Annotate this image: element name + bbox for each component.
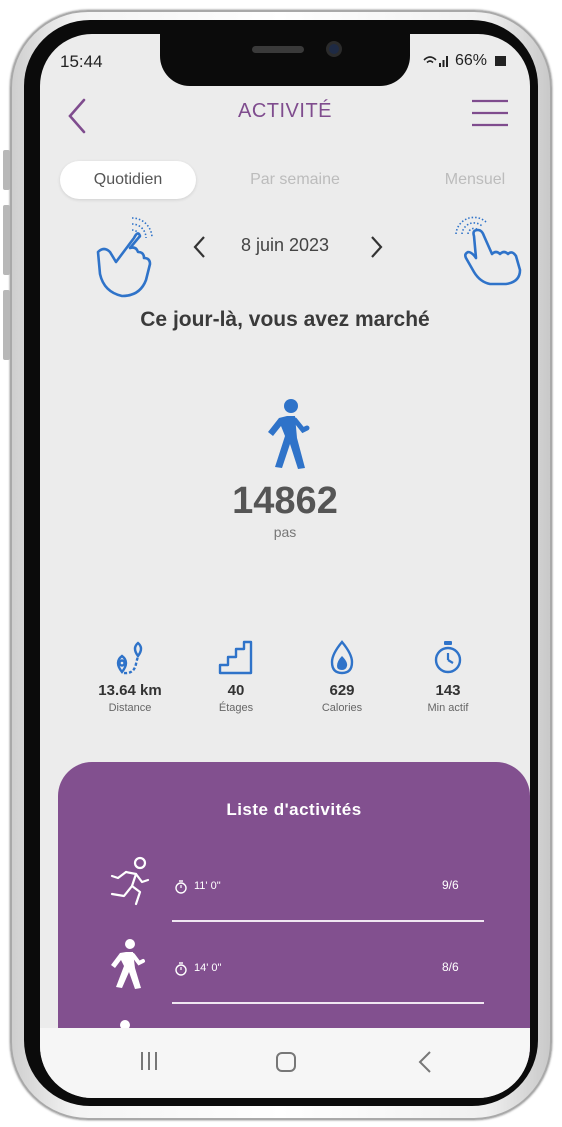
stopwatch-icon: [175, 880, 187, 894]
recent-apps-icon[interactable]: [138, 1050, 160, 1072]
activity-date: 8/6: [442, 960, 459, 974]
steps-count: 14862: [232, 480, 338, 522]
stat-value: 40: [227, 682, 245, 699]
side-button: [3, 150, 10, 190]
app-header: ACTIVITÉ: [40, 96, 530, 146]
system-back-icon[interactable]: [418, 1050, 432, 1074]
stat-label: Calories: [321, 702, 363, 714]
side-button: [3, 205, 10, 275]
wifi-signal-icon: [423, 56, 448, 67]
row-divider: [172, 1002, 484, 1004]
side-button: [3, 290, 10, 360]
stat-value: 629: [329, 682, 355, 699]
activity-row[interactable]: 11' 0" 9/6: [106, 856, 486, 926]
battery-percent: 66%: [454, 52, 487, 69]
battery-icon: [495, 56, 506, 66]
stat-active-minutes: 143 Min actif: [398, 640, 498, 714]
tap-hint-hand-icon: [455, 216, 522, 286]
stat-label: Distance: [108, 702, 152, 714]
status-icons: 66%: [423, 52, 506, 70]
activity-row[interactable]: 14' 0" 8/6: [106, 938, 486, 1008]
activity-list-panel: Liste d'activités 11' 0" 9/6 14' 0" 8/6: [58, 762, 530, 1062]
activity-list-title: Liste d'activités: [226, 800, 362, 819]
camera-notch: [160, 34, 410, 86]
activity-date: 9/6: [442, 878, 459, 892]
stat-value: 13.64 km: [98, 682, 162, 699]
period-tabs: Quotidien Par semaine Mensuel: [60, 161, 512, 201]
steps-unit: pas: [273, 524, 297, 540]
summary-heading: Ce jour-là, vous avez marché: [140, 308, 430, 331]
stat-floors: 40 Étages: [186, 640, 286, 714]
row-divider: [172, 920, 484, 922]
tab-weekly[interactable]: Par semaine: [230, 161, 360, 199]
front-camera: [326, 41, 342, 57]
walking-icon: [111, 939, 145, 989]
app-screen: 15:44 66% ACTIVITÉ Quotidien Par semaine…: [40, 34, 530, 1098]
stairs-icon: [218, 640, 253, 675]
stat-calories: 629 Calories: [292, 640, 392, 714]
home-button-icon[interactable]: [276, 1052, 296, 1072]
android-navigation-bar: [40, 1028, 530, 1098]
daily-stats: 13.64 km Distance 40 Étages 629 Calories: [80, 640, 500, 730]
hamburger-menu-icon[interactable]: [472, 98, 508, 128]
next-day-chevron-icon[interactable]: [366, 233, 386, 261]
flame-icon: [330, 640, 354, 675]
stopwatch-icon: [434, 641, 462, 674]
tap-hint-hand-icon: [96, 217, 153, 298]
tab-monthly[interactable]: Mensuel: [420, 161, 530, 199]
stat-label: Étages: [218, 702, 254, 714]
page-title: ACTIVITÉ: [237, 100, 332, 122]
stopwatch-icon: [175, 962, 187, 976]
tab-daily[interactable]: Quotidien: [60, 161, 196, 199]
speaker-grille: [252, 46, 304, 53]
running-icon: [110, 856, 150, 906]
stat-distance: 13.64 km Distance: [80, 640, 180, 714]
map-route-icon: [116, 641, 143, 675]
status-time: 15:44: [60, 52, 103, 71]
walking-person-icon: [268, 399, 310, 469]
activity-duration: 14' 0": [194, 962, 222, 974]
activity-duration: 11' 0": [194, 880, 221, 892]
stat-value: 143: [435, 682, 461, 699]
stat-label: Min actif: [427, 702, 469, 714]
